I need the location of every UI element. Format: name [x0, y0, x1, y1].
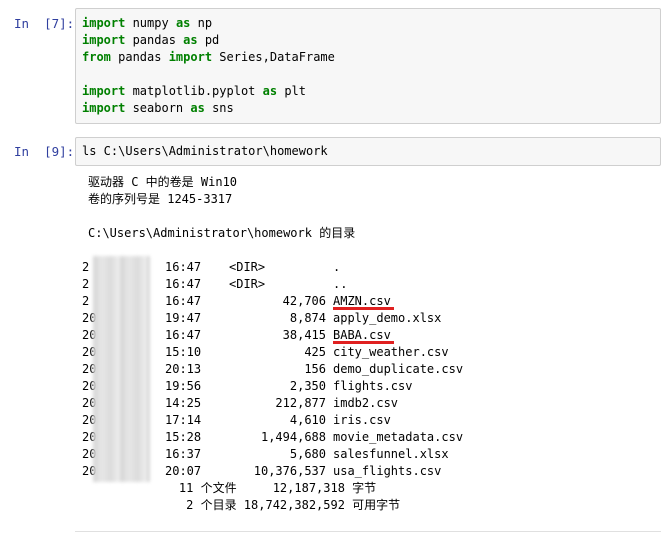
cell-prompt: In [9]:	[14, 144, 75, 159]
output-line: 驱动器 C 中的卷是 Win10	[88, 175, 238, 189]
dir-entry-row: 20 19:47 8,874 apply_demo.xlsx	[82, 311, 442, 325]
code-line: import numpy as np	[82, 16, 213, 30]
dir-entry-row: 20 20:07 10,376,537 usa_flights.csv	[82, 464, 442, 478]
redacted-date-region	[93, 256, 150, 482]
code-input-area[interactable]: ls C:\Users\Administrator\homework	[75, 137, 661, 166]
output-line: C:\Users\Administrator\homework 的目录	[88, 226, 356, 240]
dir-entry-row: 2 16:47 <DIR>..	[82, 277, 348, 291]
dir-entry-row: 20 14:25 212,877 imdb2.csv	[82, 396, 399, 410]
code-line: from pandas import Series,DataFrame	[82, 50, 335, 64]
code-line: import seaborn as sns	[82, 101, 234, 115]
code-cell-1[interactable]: In [7]: import numpy as np import pandas…	[0, 0, 661, 130]
dir-entry-row: 20 17:14 4,610 iris.csv	[82, 413, 391, 427]
code-line: import matplotlib.pyplot as plt	[82, 84, 306, 98]
shell-command: ls C:\Users\Administrator\homework	[82, 144, 328, 158]
dir-entry-row: 20 16:37 5,680 salesfunnel.xlsx	[82, 447, 449, 461]
dir-entry-row: 20 16:47 38,415 BABA.csv	[82, 328, 391, 342]
dir-entry-row: 20 20:13 156 demo_duplicate.csv	[82, 362, 464, 376]
code-line: import pandas as pd	[82, 33, 220, 47]
dir-entry-row: 20 15:10 425 city_weather.csv	[82, 345, 449, 359]
dir-entry-row: 2 16:47 42,706 AMZN.csv	[82, 294, 391, 308]
dir-entry-row: 20 19:56 2,350 flights.csv	[82, 379, 413, 393]
amzn-highlight-underline	[333, 307, 394, 310]
summary-dirs: 2 个目录 18,742,382,592 可用字节	[150, 498, 401, 512]
summary-files: 11 个文件 12,187,318 字节	[150, 481, 377, 495]
code-input-area[interactable]: import numpy as np import pandas as pd f…	[75, 8, 661, 124]
output-line: 卷的序列号是 1245-3317	[88, 192, 233, 206]
cell-prompt: In [7]:	[14, 16, 75, 31]
dir-entry-row: 2 16:47 <DIR>.	[82, 260, 341, 274]
dir-entry-row: 20 15:28 1,494,688 movie_metadata.csv	[82, 430, 464, 444]
baba-highlight-underline	[333, 341, 394, 344]
next-cell-border	[75, 531, 661, 532]
